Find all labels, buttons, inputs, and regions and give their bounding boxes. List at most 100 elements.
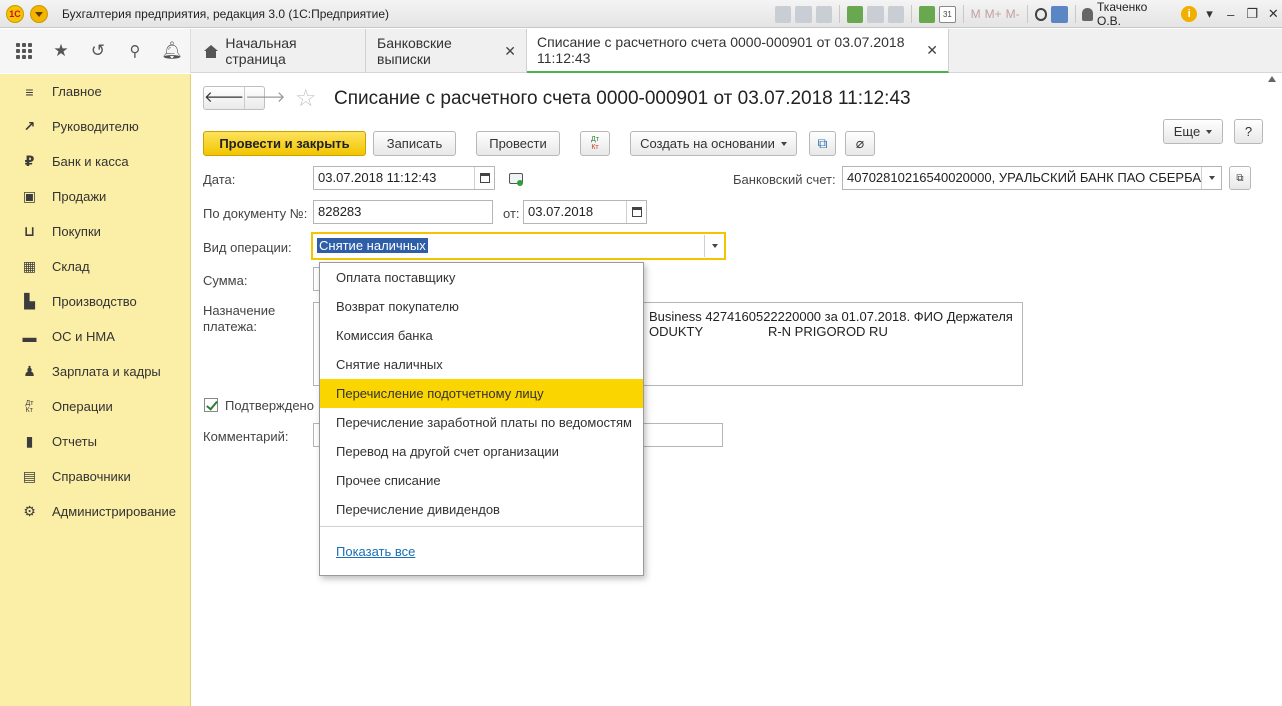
structure-icon[interactable]: ⧉ — [809, 131, 836, 156]
dropdown-option[interactable]: Перечисление заработной платы по ведомос… — [320, 408, 643, 437]
open-link-icon[interactable]: ⧉ — [1229, 166, 1251, 190]
save-button[interactable]: Записать — [373, 131, 456, 156]
dropdown-option[interactable]: Перечисление дивидендов — [320, 495, 643, 524]
menu-lines-icon: ≡ — [25, 83, 34, 100]
back-arrow-icon[interactable]: 🡐 — [204, 87, 244, 109]
memory-plus-icon[interactable]: M+ — [985, 6, 1002, 23]
save-icon[interactable] — [775, 5, 792, 23]
payment-purpose-label: Назначение платежа: — [203, 303, 276, 334]
preview-icon[interactable] — [815, 5, 832, 23]
close-window-icon[interactable]: ✕ — [1265, 6, 1282, 22]
chevron-down-icon[interactable] — [704, 235, 724, 257]
copy-icon[interactable] — [867, 5, 884, 23]
trend-icon: ↗ — [23, 118, 36, 134]
sidebar-item-label: Администрирование — [52, 504, 176, 519]
dropdown-option[interactable]: Оплата поставщику — [320, 263, 643, 292]
sidebar-item-main[interactable]: ≡ Главное — [0, 74, 190, 109]
sidebar-item-sales[interactable]: ▣ Продажи — [0, 179, 190, 214]
user-menu[interactable]: Ткаченко О.В. — [1082, 0, 1171, 28]
gear-icon: ⚙ — [23, 503, 36, 519]
post-button[interactable]: Провести — [476, 131, 560, 156]
bank-account-field[interactable]: 40702810216540020000, УРАЛЬСКИЙ БАНК ПАО… — [842, 166, 1222, 190]
favorites-star-icon[interactable]: ★ — [51, 41, 71, 61]
sections-sidebar: ≡ Главное ↗ Руководителю ₽ Банк и касса ▣ Пр… — [0, 74, 191, 706]
more-button[interactable]: Еще — [1163, 119, 1223, 144]
dropdown-option[interactable]: Возврат покупателю — [320, 292, 643, 321]
sidebar-item-catalogs[interactable]: ▤ Справочники — [0, 459, 190, 494]
minimize-icon[interactable]: – — [1222, 7, 1239, 22]
dropdown-option[interactable]: Прочее списание — [320, 466, 643, 495]
1c-logo-icon[interactable]: 1С — [6, 5, 24, 23]
forward-arrow-icon[interactable]: 🡒 — [244, 87, 285, 109]
close-tab-icon[interactable]: ✕ — [926, 42, 938, 59]
tab-bank-statements[interactable]: Банковские выписки ✕ — [367, 29, 527, 73]
sidebar-item-bank-cash[interactable]: ₽ Банк и касса — [0, 144, 190, 179]
from-date-field[interactable]: 03.07.2018 — [523, 200, 647, 224]
post-and-close-button[interactable]: Провести и закрыть — [203, 131, 366, 156]
sidebar-item-purchases[interactable]: ⊔ Покупки — [0, 214, 190, 249]
doc-number-field[interactable]: 828283 — [313, 200, 493, 224]
dropdown-option[interactable]: Снятие наличных — [320, 350, 643, 379]
apps-grid-icon[interactable] — [14, 41, 34, 61]
attach-link-icon[interactable] — [846, 5, 864, 23]
close-tab-icon[interactable]: ✕ — [504, 43, 516, 60]
factory-icon: ▙ — [24, 293, 35, 309]
search-icon[interactable]: ⚲ — [125, 41, 145, 61]
tab-home[interactable]: Начальная страница — [192, 29, 366, 73]
calendar-icon[interactable]: 31 — [939, 5, 956, 23]
toolbar-divider — [1074, 5, 1076, 23]
show-all-link[interactable]: Показать все — [336, 544, 415, 559]
print-icon[interactable] — [795, 5, 812, 23]
sidebar-item-manager[interactable]: ↗ Руководителю — [0, 109, 190, 144]
sidebar-item-label: Продажи — [52, 189, 107, 204]
sidebar-item-warehouse[interactable]: ▦ Склад — [0, 249, 190, 284]
chevron-down-icon — [780, 141, 787, 146]
dropdown-option-highlighted[interactable]: Перечисление подотчетному лицу — [320, 379, 643, 408]
tab-bank-label: Банковские выписки — [377, 35, 452, 67]
history-icon[interactable]: ↺ — [88, 41, 108, 61]
paperclip-icon[interactable]: ⌀ — [845, 131, 875, 156]
help-button[interactable]: ? — [1234, 119, 1263, 144]
sidebar-item-fixed-assets[interactable]: ▬ ОС и НМА — [0, 319, 190, 354]
dt-kt-button[interactable]: Дт Кт — [580, 131, 610, 156]
sidebar-item-payroll[interactable]: ♟ Зарплата и кадры — [0, 354, 190, 389]
create-based-on-label: Создать на основании — [640, 136, 775, 151]
create-based-on-button[interactable]: Создать на основании — [630, 131, 797, 156]
confirmed-checkbox[interactable] — [204, 398, 218, 412]
calculator-icon[interactable] — [918, 5, 936, 23]
dropdown-option[interactable]: Перевод на другой счет организации — [320, 437, 643, 466]
more-label: Еще — [1173, 124, 1201, 139]
memory-minus-icon[interactable]: M- — [1006, 6, 1020, 23]
sidebar-item-admin[interactable]: ⚙ Администрирование — [0, 494, 190, 529]
calendar-icon[interactable] — [626, 201, 646, 223]
operation-type-select[interactable]: Снятие наличных — [311, 232, 726, 260]
zoom-icon[interactable] — [1034, 7, 1048, 21]
sidebar-item-operations[interactable]: Дт Кт Операции — [0, 389, 190, 424]
sidebar-item-label: Руководителю — [52, 119, 139, 134]
title-toolbar: 31 M M+ M- Ткаченко О.В. i ▾ – ❐ ✕ — [775, 0, 1282, 28]
calendar-icon[interactable] — [474, 167, 494, 189]
sidebar-item-label: Покупки — [52, 224, 101, 239]
memory-m-icon[interactable]: M — [971, 6, 981, 23]
status-note-icon[interactable] — [509, 173, 523, 186]
scroll-up-icon[interactable] — [1268, 76, 1276, 82]
book-icon: ▤ — [22, 468, 37, 484]
mail-icon[interactable] — [887, 5, 904, 23]
favorite-star-icon[interactable]: ☆ — [295, 84, 317, 113]
restore-icon[interactable]: ❐ — [1243, 6, 1260, 22]
date-field[interactable]: 03.07.2018 11:12:43 — [313, 166, 495, 190]
menu-caret-icon[interactable]: ▾ — [1201, 6, 1218, 22]
operation-type-value: Снятие наличных — [317, 238, 428, 253]
panels-icon[interactable] — [1051, 5, 1068, 23]
sidebar-item-label: Справочники — [52, 469, 131, 484]
sidebar-item-production[interactable]: ▙ Производство — [0, 284, 190, 319]
sidebar-item-label: Главное — [52, 84, 102, 99]
sidebar-item-reports[interactable]: ▮ Отчеты — [0, 424, 190, 459]
tab-writeoff-document[interactable]: Списание с расчетного счета 0000-000901 … — [527, 29, 949, 73]
main-menu-icon[interactable] — [30, 5, 48, 23]
tabs-bar: ★ ↺ ⚲ 🔔︎ Начальная страница Банковские в… — [0, 29, 1282, 73]
info-icon[interactable]: i — [1181, 6, 1197, 22]
bell-icon[interactable]: 🔔︎ — [161, 41, 183, 61]
chevron-down-icon[interactable] — [1201, 167, 1221, 189]
dropdown-option[interactable]: Комиссия банка — [320, 321, 643, 350]
